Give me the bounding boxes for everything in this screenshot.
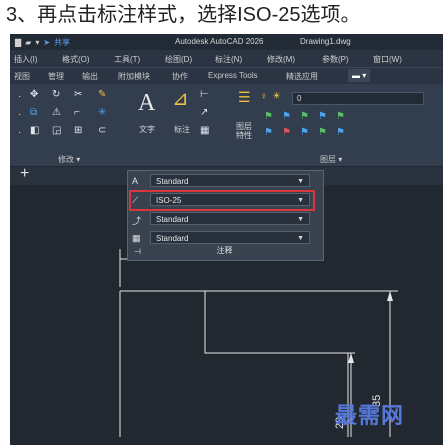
tab-express-tools[interactable]: Express Tools (208, 71, 258, 80)
menu-bar: 插入(I) 格式(O) 工具(T) 绘图(D) 标注(N) 修改(M) 参数(P… (10, 50, 443, 67)
layer-tool-icon[interactable]: ⚑ (300, 128, 309, 138)
dimension-style-icon: ⟋ (132, 195, 139, 205)
layer-panel-title[interactable]: 图层 ▾ (320, 154, 342, 165)
tab-addins[interactable]: 附加模块 (118, 71, 150, 82)
share-icon[interactable]: ➤ (43, 38, 50, 47)
tab-view[interactable]: 视图 (14, 71, 30, 82)
new-file-icon[interactable]: ▇ (15, 38, 21, 47)
layer-properties-label[interactable]: 图层 特性 (236, 122, 258, 140)
table-style-row[interactable]: ▦ Standard ▼ (132, 231, 312, 246)
title-bar: ▇ ▰ ▾ ➤ 共享 Autodesk AutoCAD 2026 Drawing… (10, 34, 443, 50)
layer-tool-icon[interactable]: ⚑ (318, 112, 327, 122)
sun-icon[interactable]: ☀ (272, 92, 281, 102)
chevron-down-icon[interactable]: ▼ (297, 232, 304, 245)
trim-icon[interactable]: ✂ (74, 90, 82, 100)
tab-manage[interactable]: 管理 (48, 71, 64, 82)
menu-parameter[interactable]: 参数(P) (322, 54, 349, 65)
menu-tools[interactable]: 工具(T) (114, 54, 140, 65)
open-folder-icon[interactable]: ▰ (25, 38, 31, 47)
bullet-icon: · (18, 109, 22, 120)
menu-modify[interactable]: 修改(M) (267, 54, 295, 65)
leader-icon[interactable]: ↗ (200, 108, 208, 118)
text-style-value: Standard (156, 177, 189, 186)
watermark: 最需网 (335, 403, 405, 428)
dimension-style-row[interactable]: ⟋ ISO-25 ▼ (129, 190, 315, 211)
table-style-select[interactable]: Standard ▼ (150, 231, 310, 244)
chevron-down-icon[interactable]: ▼ (297, 213, 304, 226)
menu-window[interactable]: 窗口(W) (373, 54, 402, 65)
chevron-down-icon[interactable]: ▼ (297, 194, 304, 207)
stretch-icon[interactable]: ◧ (30, 126, 39, 136)
table-style-value: Standard (156, 234, 189, 243)
text-tool-label[interactable]: 文字 (139, 124, 155, 135)
dimension-style-value: ISO-25 (156, 196, 182, 205)
layer-properties-icon[interactable]: ☰ (238, 90, 251, 104)
ribbon: · ✥ ↻ ✂ ✎ · ⧉ ⚠ ⌐ ✳ · ◧ ◲ ⊞ ⊂ 修改 ▾ A 文字 … (10, 84, 443, 167)
autocad-window: ▇ ▰ ▾ ➤ 共享 Autodesk AutoCAD 2026 Drawing… (10, 34, 443, 445)
scale-icon[interactable]: ◲ (52, 126, 61, 136)
array-icon[interactable]: ⊞ (74, 126, 82, 136)
bullet-icon: · (18, 127, 22, 138)
dimension-tool-label[interactable]: 标注 (174, 124, 190, 135)
step-caption: 3、再点击标注样式，选择ISO-25选项。 (0, 0, 443, 34)
multileader-style-select[interactable]: Standard ▼ (150, 212, 310, 225)
rotate-icon[interactable]: ↻ (52, 90, 60, 100)
linear-dim-icon[interactable]: ⊢ (200, 90, 209, 100)
table-icon[interactable]: ▦ (200, 126, 209, 136)
text-tool-icon[interactable]: A (138, 90, 155, 117)
layer-tool-icon[interactable]: ⚑ (336, 112, 345, 122)
menu-draw[interactable]: 绘图(D) (165, 54, 192, 65)
document-title: Drawing1.dwg (300, 37, 351, 46)
inner-step-line (204, 291, 349, 437)
move-icon[interactable]: ✥ (30, 90, 38, 100)
menu-dimension[interactable]: 标注(N) (215, 54, 242, 65)
modify-panel-title[interactable]: 修改 ▾ (58, 154, 80, 165)
arrowhead (387, 291, 393, 301)
erase-icon[interactable]: ✎ (98, 90, 106, 100)
layer-tool-icon[interactable]: ⚑ (264, 128, 273, 138)
bullet-icon: · (18, 91, 22, 102)
copy-icon[interactable]: ⧉ (30, 108, 37, 118)
layer-combo[interactable]: 0 (292, 92, 424, 105)
layer-tool-icon[interactable]: ⚑ (282, 112, 291, 122)
quick-access-toolbar: ▇ ▰ ▾ ➤ 共享 (15, 37, 70, 48)
mirror-icon[interactable]: ⚠ (52, 108, 61, 118)
app-title: Autodesk AutoCAD 2026 (175, 37, 264, 46)
layer-tool-icon[interactable]: ⚑ (336, 128, 345, 138)
ribbon-tabs: 视图 管理 输出 附加模块 协作 Express Tools 精选应用 ▬ ▾ (10, 67, 443, 84)
chevron-down-icon[interactable]: ▼ (297, 175, 304, 188)
layer-tool-icon[interactable]: ⚑ (282, 128, 291, 138)
explode-icon[interactable]: ✳ (98, 108, 106, 118)
menu-format[interactable]: 格式(O) (62, 54, 90, 65)
menu-insert[interactable]: 插入(I) (14, 54, 38, 65)
multileader-style-row[interactable]: ⤴ Standard ▼ (132, 212, 312, 227)
chevron-down-icon[interactable]: ▾ (35, 38, 39, 47)
tab-overflow[interactable]: ▬ ▾ (348, 69, 371, 82)
layer-combo-value: 0 (297, 94, 302, 103)
layer-tool-icon[interactable]: ⚑ (264, 112, 273, 122)
annotation-panel-title[interactable]: 注释 (127, 245, 322, 256)
dimension-style-select[interactable]: ISO-25 ▼ (150, 193, 310, 206)
bulb-icon[interactable]: ♀ (260, 92, 268, 102)
multileader-style-value: Standard (156, 215, 189, 224)
layer-tool-icon[interactable]: ⚑ (318, 128, 327, 138)
arrowhead (348, 353, 354, 363)
layer-tool-icon[interactable]: ⚑ (300, 112, 309, 122)
text-style-icon: A (132, 176, 139, 186)
table-style-icon: ▦ (132, 233, 141, 243)
tab-featured-apps[interactable]: 精选应用 (286, 71, 318, 82)
fillet-icon[interactable]: ⌐ (74, 108, 80, 118)
text-style-select[interactable]: Standard ▼ (150, 174, 310, 187)
multileader-style-icon: ⤴ (132, 216, 142, 226)
dimension-tool-icon[interactable]: ⊿ (172, 89, 189, 109)
tab-output[interactable]: 输出 (82, 71, 98, 82)
share-label[interactable]: 共享 (54, 37, 70, 48)
offset-icon[interactable]: ⊂ (98, 126, 106, 136)
tab-collaborate[interactable]: 协作 (172, 71, 188, 82)
text-style-row[interactable]: A Standard ▼ (132, 174, 312, 189)
